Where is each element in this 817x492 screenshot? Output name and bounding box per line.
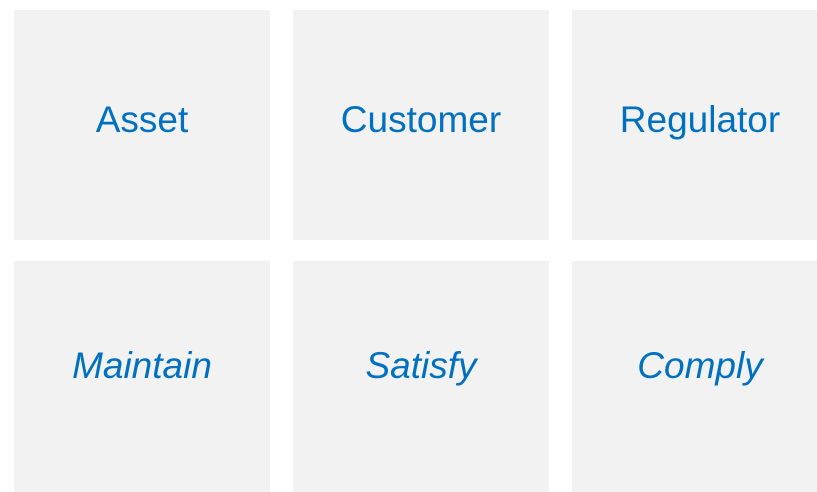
tile-label-asset: Asset [95, 98, 189, 140]
tile-comply: Comply [572, 261, 817, 492]
tile-maintain: Maintain [14, 261, 270, 492]
tile-label-maintain: Maintain [72, 345, 212, 386]
diagram-canvas: { "colors": { "tile_background": "#f2f2f… [0, 0, 817, 492]
tile-satisfy: Satisfy [293, 261, 549, 492]
tile-label-regulator: Regulator [619, 98, 781, 140]
tile-asset: Asset [14, 10, 270, 240]
tile-customer: Customer [293, 10, 549, 240]
tile-label-customer: Customer [340, 98, 502, 140]
tile-label-comply: Comply [637, 345, 763, 386]
tile-label-satisfy: Satisfy [365, 345, 477, 386]
tile-regulator: Regulator [572, 10, 817, 240]
